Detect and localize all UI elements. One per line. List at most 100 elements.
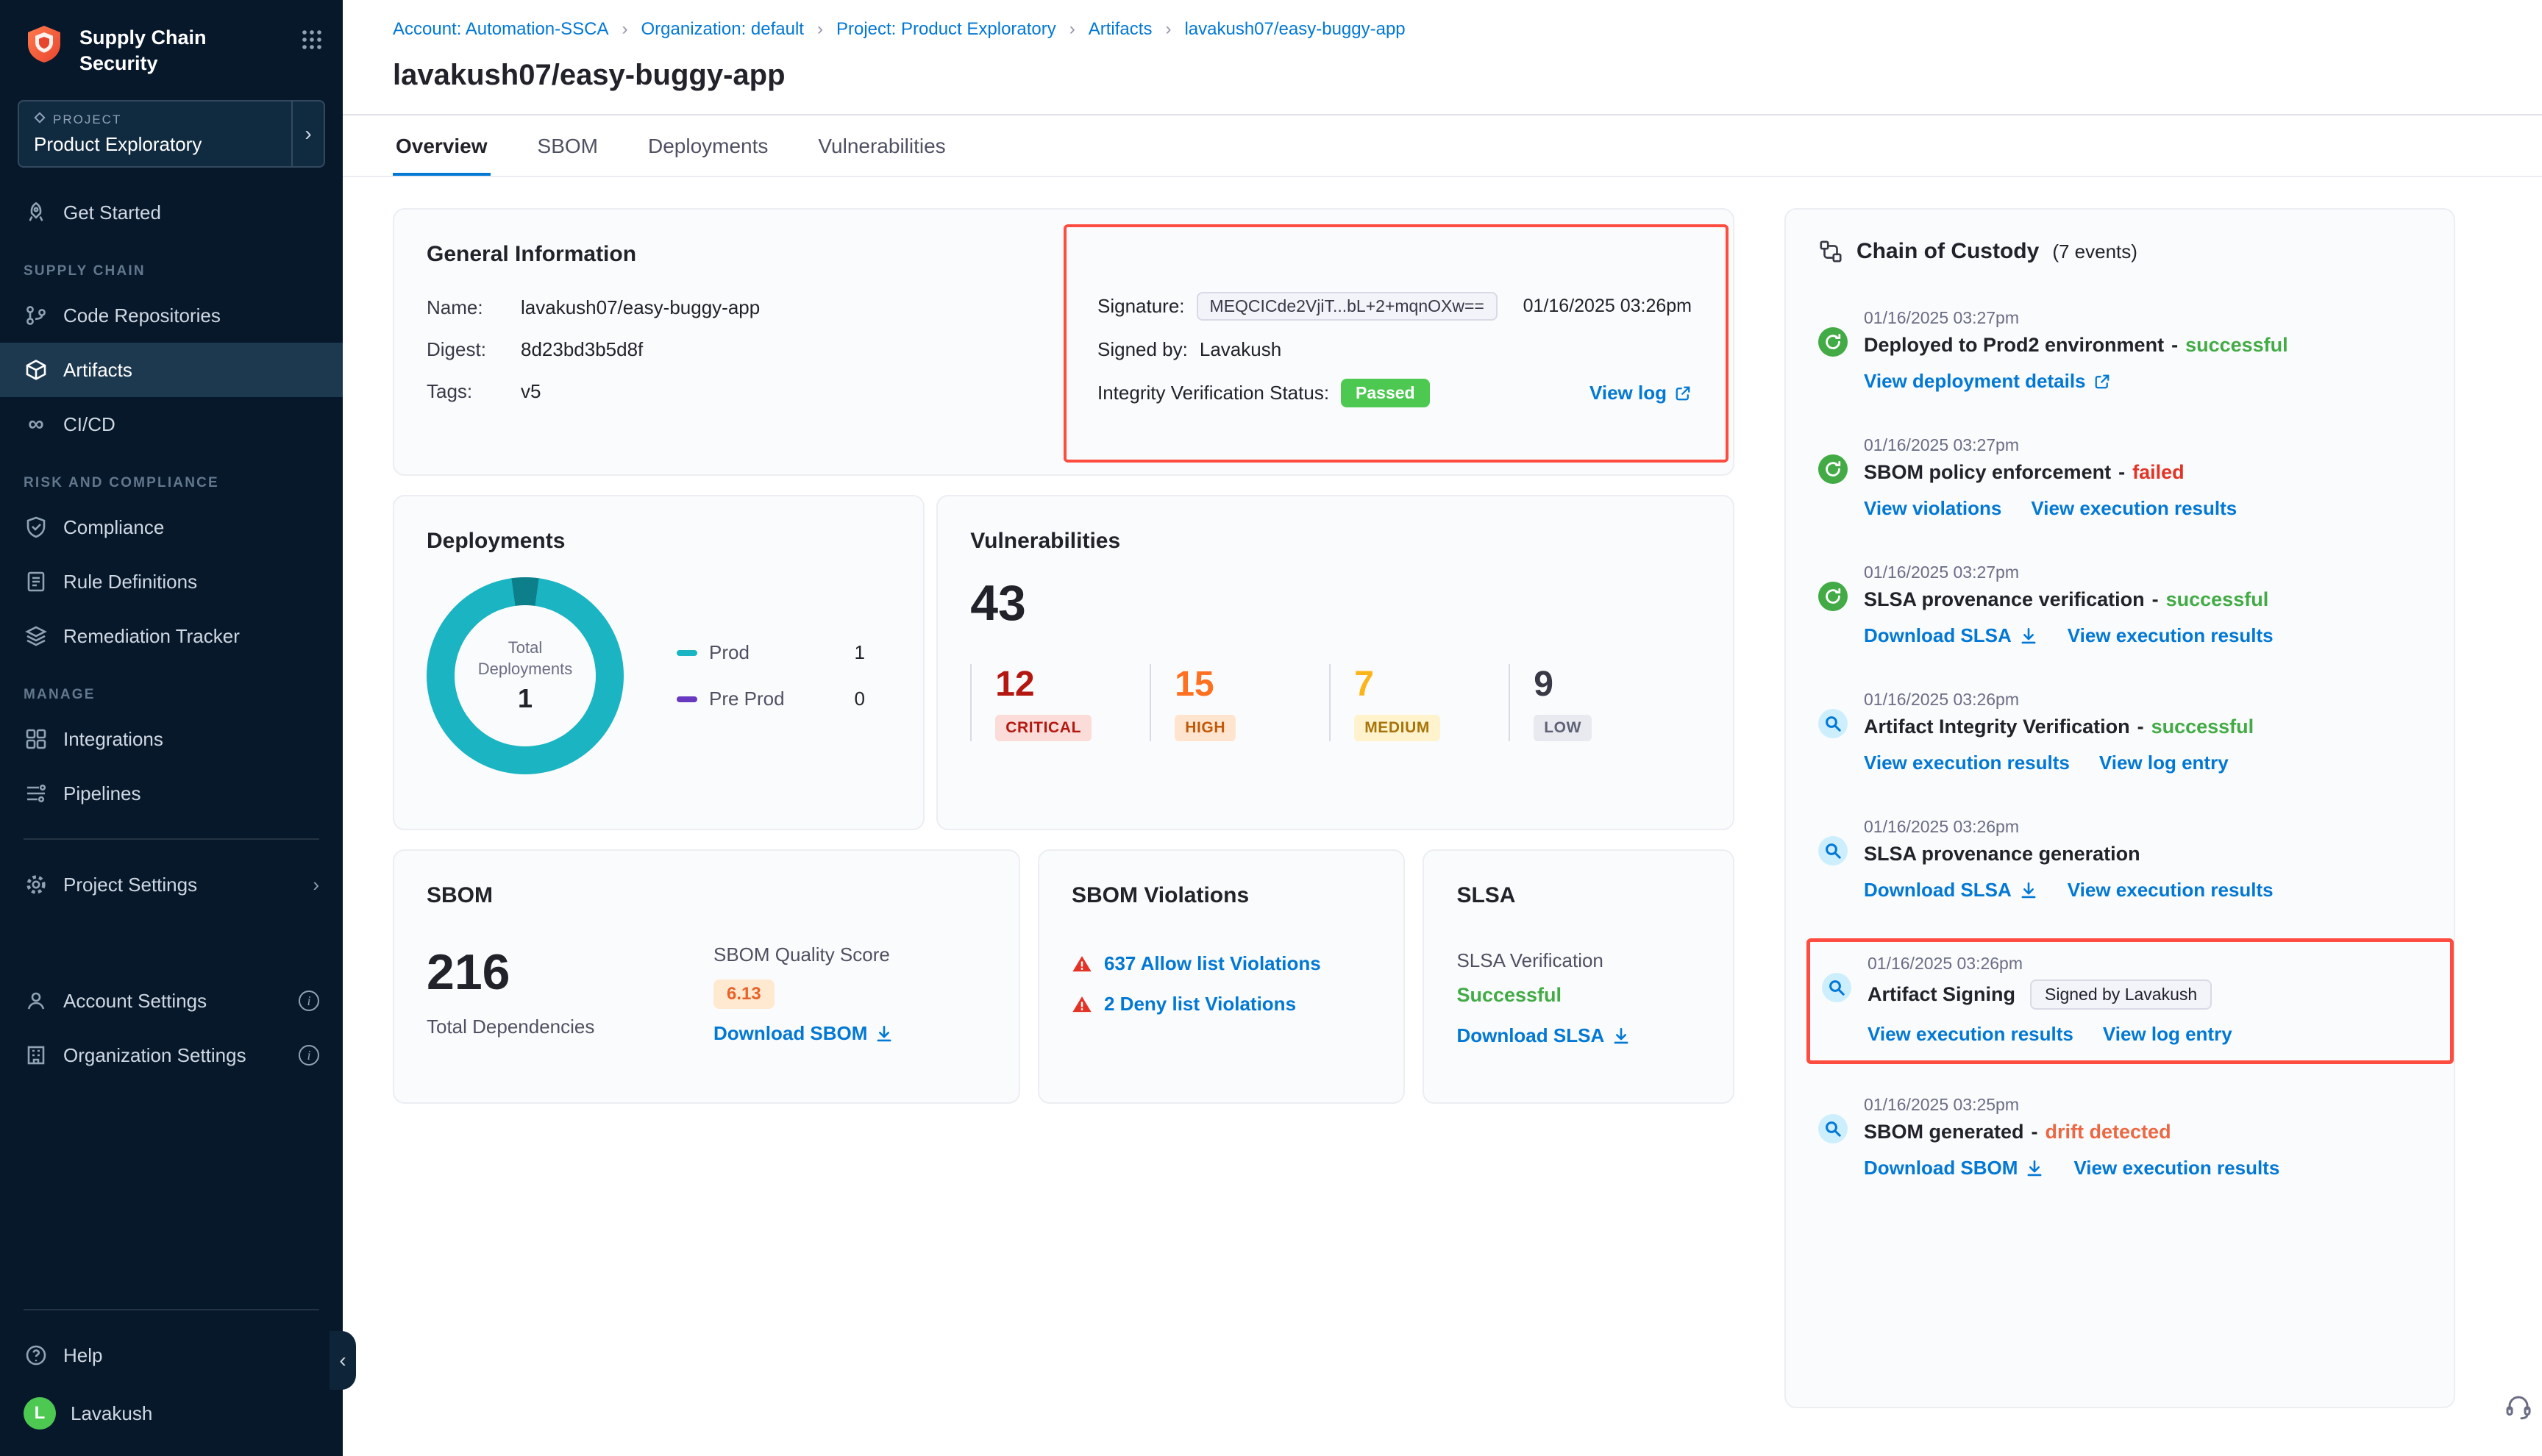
- view-execution-results-link[interactable]: View execution results: [2031, 497, 2237, 520]
- card-title: SBOM: [427, 883, 986, 908]
- sbom-total: 216: [427, 943, 713, 1001]
- breadcrumb-item-current[interactable]: lavakush07/easy-buggy-app: [1184, 19, 1405, 40]
- deny-list-violations-link[interactable]: 2 Deny list Violations: [1104, 993, 1296, 1016]
- scan-step-icon: [1818, 1114, 1848, 1143]
- warning-triangle-icon: [1072, 954, 1092, 974]
- sidebar-item-rule-definitions[interactable]: Rule Definitions: [0, 554, 343, 609]
- sidebar-item-label: Integrations: [63, 728, 163, 751]
- sidebar-item-get-started[interactable]: Get Started: [0, 185, 343, 240]
- artifacts-cube-icon: [24, 357, 49, 382]
- event-title: SBOM generated: [1864, 1121, 2024, 1143]
- download-slsa-link[interactable]: Download SLSA: [1456, 1024, 1631, 1047]
- severity-medium: 7 MEDIUM: [1329, 664, 1464, 741]
- sidebar-item-account-settings[interactable]: Account Settings i: [0, 974, 343, 1028]
- high-count: 15: [1175, 664, 1285, 704]
- breadcrumb-item-organization[interactable]: Organization: default: [641, 19, 803, 40]
- view-execution-results-link[interactable]: View execution results: [1868, 1023, 2073, 1046]
- event-time: 01/16/2025 03:27pm: [1864, 308, 2421, 328]
- sidebar-item-pipelines[interactable]: Pipelines: [0, 766, 343, 821]
- sidebar-divider: [24, 1309, 319, 1310]
- scan-step-icon: [1818, 836, 1848, 866]
- user-menu[interactable]: L Lavakush: [0, 1382, 343, 1444]
- download-sbom-link[interactable]: Download SBOM: [713, 1022, 894, 1045]
- sidebar-item-remediation-tracker[interactable]: Remediation Tracker: [0, 609, 343, 663]
- sidebar-item-project-settings[interactable]: Project Settings ›: [0, 857, 343, 912]
- integrity-status-label: Integrity Verification Status:: [1097, 382, 1329, 404]
- donut-center-label: Total Deployments: [478, 638, 572, 679]
- view-log-entry-link[interactable]: View log entry: [2103, 1023, 2232, 1046]
- download-slsa-link[interactable]: Download SLSA: [1864, 879, 2038, 902]
- breadcrumb-item-artifacts[interactable]: Artifacts: [1089, 19, 1153, 40]
- view-execution-results-link[interactable]: View execution results: [1864, 752, 2070, 774]
- download-sbom-link[interactable]: Download SBOM: [1864, 1157, 2044, 1180]
- view-log-entry-link[interactable]: View log entry: [2099, 752, 2229, 774]
- module-grid-icon[interactable]: [302, 24, 322, 55]
- event-status: drift detected: [2046, 1121, 2171, 1143]
- view-log-link[interactable]: View log: [1589, 382, 1692, 404]
- main-area: Account: Automation-SSCA › Organization:…: [343, 0, 2542, 1456]
- tab-sbom[interactable]: SBOM: [535, 115, 601, 176]
- breadcrumb: Account: Automation-SSCA › Organization:…: [343, 0, 2542, 40]
- event-title: SBOM policy enforcement: [1864, 461, 2111, 484]
- event-sbom-generated: 01/16/2025 03:25pm SBOM generated-drift …: [1818, 1083, 2421, 1191]
- integrations-grid-icon: [24, 727, 49, 752]
- card-title: Deployments: [427, 529, 891, 554]
- breadcrumb-item-project[interactable]: Project: Product Exploratory: [836, 19, 1056, 40]
- slsa-verification-status: Successful: [1456, 984, 1701, 1007]
- download-slsa-link[interactable]: Download SLSA: [1864, 624, 2038, 647]
- critical-count: 12: [995, 664, 1106, 704]
- download-icon: [875, 1024, 894, 1043]
- chevron-right-icon: ›: [291, 101, 324, 166]
- name-value: lavakush07/easy-buggy-app: [521, 296, 760, 319]
- sidebar-item-label: Remediation Tracker: [63, 625, 240, 648]
- app-logo[interactable]: [24, 24, 65, 70]
- sidebar-item-label: Rule Definitions: [63, 571, 197, 593]
- building-icon: [24, 1043, 49, 1068]
- integrity-status-badge: Passed: [1341, 379, 1430, 407]
- allow-list-violations-link[interactable]: 637 Allow list Violations: [1104, 952, 1321, 975]
- download-icon: [2019, 881, 2038, 900]
- sidebar-collapse-handle[interactable]: ‹: [330, 1331, 356, 1390]
- view-execution-results-link[interactable]: View execution results: [2068, 879, 2274, 902]
- legend-value: 0: [855, 688, 865, 710]
- tab-overview[interactable]: Overview: [393, 115, 491, 176]
- event-title: Deployed to Prod2 environment: [1864, 334, 2164, 357]
- tab-vulnerabilities[interactable]: Vulnerabilities: [815, 115, 948, 176]
- sidebar-item-artifacts[interactable]: Artifacts: [0, 343, 343, 397]
- sidebar-divider: [24, 838, 319, 840]
- support-button[interactable]: [2504, 1391, 2533, 1427]
- sidebar-item-code-repositories[interactable]: Code Repositories: [0, 288, 343, 343]
- sidebar-item-cicd[interactable]: ∞ CI/CD: [0, 397, 343, 452]
- project-selector[interactable]: PROJECT Product Exploratory ›: [18, 100, 325, 168]
- view-violations-link[interactable]: View violations: [1864, 497, 2001, 520]
- sbom-total-label: Total Dependencies: [427, 1016, 713, 1038]
- view-execution-results-link[interactable]: View execution results: [2068, 624, 2274, 647]
- headset-icon: [2504, 1391, 2533, 1421]
- scan-step-icon: [1818, 709, 1848, 738]
- tab-deployments[interactable]: Deployments: [645, 115, 771, 176]
- deployments-card: Deployments Total Deployments 1: [393, 495, 925, 830]
- event-time: 01/16/2025 03:27pm: [1864, 435, 2421, 455]
- chevron-separator-icon: ›: [817, 19, 823, 40]
- document-icon: [24, 569, 49, 594]
- sidebar-item-integrations[interactable]: Integrations: [0, 712, 343, 766]
- event-title: SLSA provenance verification: [1864, 588, 2145, 611]
- chain-of-custody-icon: [1818, 239, 1843, 264]
- sbom-violations-card: SBOM Violations 637 Allow list Violation…: [1038, 849, 1405, 1104]
- card-title: SBOM Violations: [1072, 883, 1371, 908]
- view-deployment-details-link[interactable]: View deployment details: [1864, 370, 2111, 393]
- breadcrumb-item-account[interactable]: Account: Automation-SSCA: [393, 19, 608, 40]
- sidebar-item-organization-settings[interactable]: Organization Settings i: [0, 1028, 343, 1082]
- slsa-card: SLSA SLSA Verification Successful Downlo…: [1423, 849, 1734, 1104]
- digest-value: 8d23bd3b5d8f: [521, 338, 643, 361]
- event-status: successful: [2151, 715, 2254, 738]
- view-execution-results-link[interactable]: View execution results: [2073, 1157, 2279, 1180]
- donut-center-value: 1: [518, 683, 533, 714]
- sidebar-item-help[interactable]: Help: [0, 1328, 343, 1382]
- sidebar-item-compliance[interactable]: Compliance: [0, 500, 343, 554]
- name-label: Name:: [427, 296, 521, 319]
- vulnerabilities-card: Vulnerabilities 43 12 CRITICAL 15 HIGH: [936, 495, 1734, 830]
- download-icon: [2019, 627, 2038, 646]
- critical-badge: CRITICAL: [995, 715, 1092, 741]
- signature-timestamp: 01/16/2025 03:26pm: [1523, 296, 1692, 317]
